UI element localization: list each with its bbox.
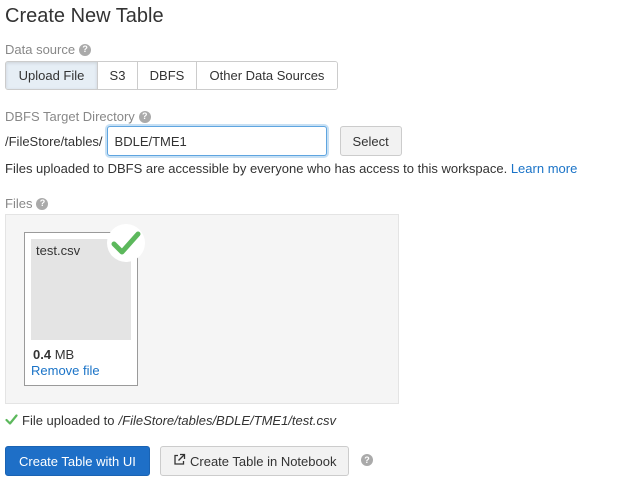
create-table-in-notebook-button[interactable]: Create Table in Notebook [160, 446, 350, 476]
create-table-with-ui-button[interactable]: Create Table with UI [5, 446, 150, 476]
files-label: Files ? [5, 196, 49, 211]
data-source-label-text: Data source [5, 42, 76, 57]
upload-status-text: File uploaded to [22, 413, 115, 428]
target-directory-input[interactable] [106, 126, 327, 156]
learn-more-link[interactable]: Learn more [511, 161, 577, 176]
tab-upload-file[interactable]: Upload File [6, 62, 98, 89]
file-size-unit: MB [54, 347, 75, 362]
file-name: test.csv [36, 243, 81, 258]
upload-status: File uploaded to /FileStore/tables/BDLE/… [5, 413, 336, 428]
dbfs-path-prefix: /FileStore/tables/ [5, 133, 103, 149]
upload-status-path: /FileStore/tables/BDLE/TME1/test.csv [118, 413, 336, 428]
file-size: 0.4 MB [33, 347, 74, 362]
tab-s3[interactable]: S3 [98, 62, 138, 89]
checkmark-icon [5, 413, 18, 428]
tab-other-data-sources[interactable]: Other Data Sources [197, 62, 337, 89]
file-drop-zone[interactable]: test.csv 0.4 MB Remove file [5, 214, 399, 404]
create-table-in-notebook-label: Create Table in Notebook [190, 453, 337, 469]
tab-dbfs[interactable]: DBFS [138, 62, 197, 89]
dbfs-target-label: DBFS Target Directory ? [5, 109, 151, 124]
checkmark-icon [107, 224, 145, 262]
question-circle-icon[interactable]: ? [361, 454, 373, 466]
data-source-label: Data source ? [5, 42, 92, 57]
question-circle-icon[interactable]: ? [36, 197, 49, 210]
external-link-icon [173, 453, 186, 469]
select-button[interactable]: Select [339, 126, 402, 156]
file-size-value: 0.4 [33, 347, 52, 362]
dbfs-target-row: /FileStore/tables/ Select [5, 126, 402, 156]
file-card: test.csv 0.4 MB Remove file [24, 224, 145, 386]
dbfs-access-info: Files uploaded to DBFS are accessible by… [5, 161, 577, 176]
info-text: Files uploaded to DBFS are accessible by… [5, 161, 508, 176]
dbfs-target-label-text: DBFS Target Directory [5, 109, 135, 124]
data-source-tabs: Upload File S3 DBFS Other Data Sources [5, 61, 338, 90]
files-label-text: Files [5, 196, 33, 211]
question-circle-icon[interactable]: ? [138, 110, 151, 123]
remove-file-link[interactable]: Remove file [31, 363, 100, 378]
page-title: Create New Table [5, 5, 164, 27]
question-circle-icon[interactable]: ? [79, 43, 92, 56]
